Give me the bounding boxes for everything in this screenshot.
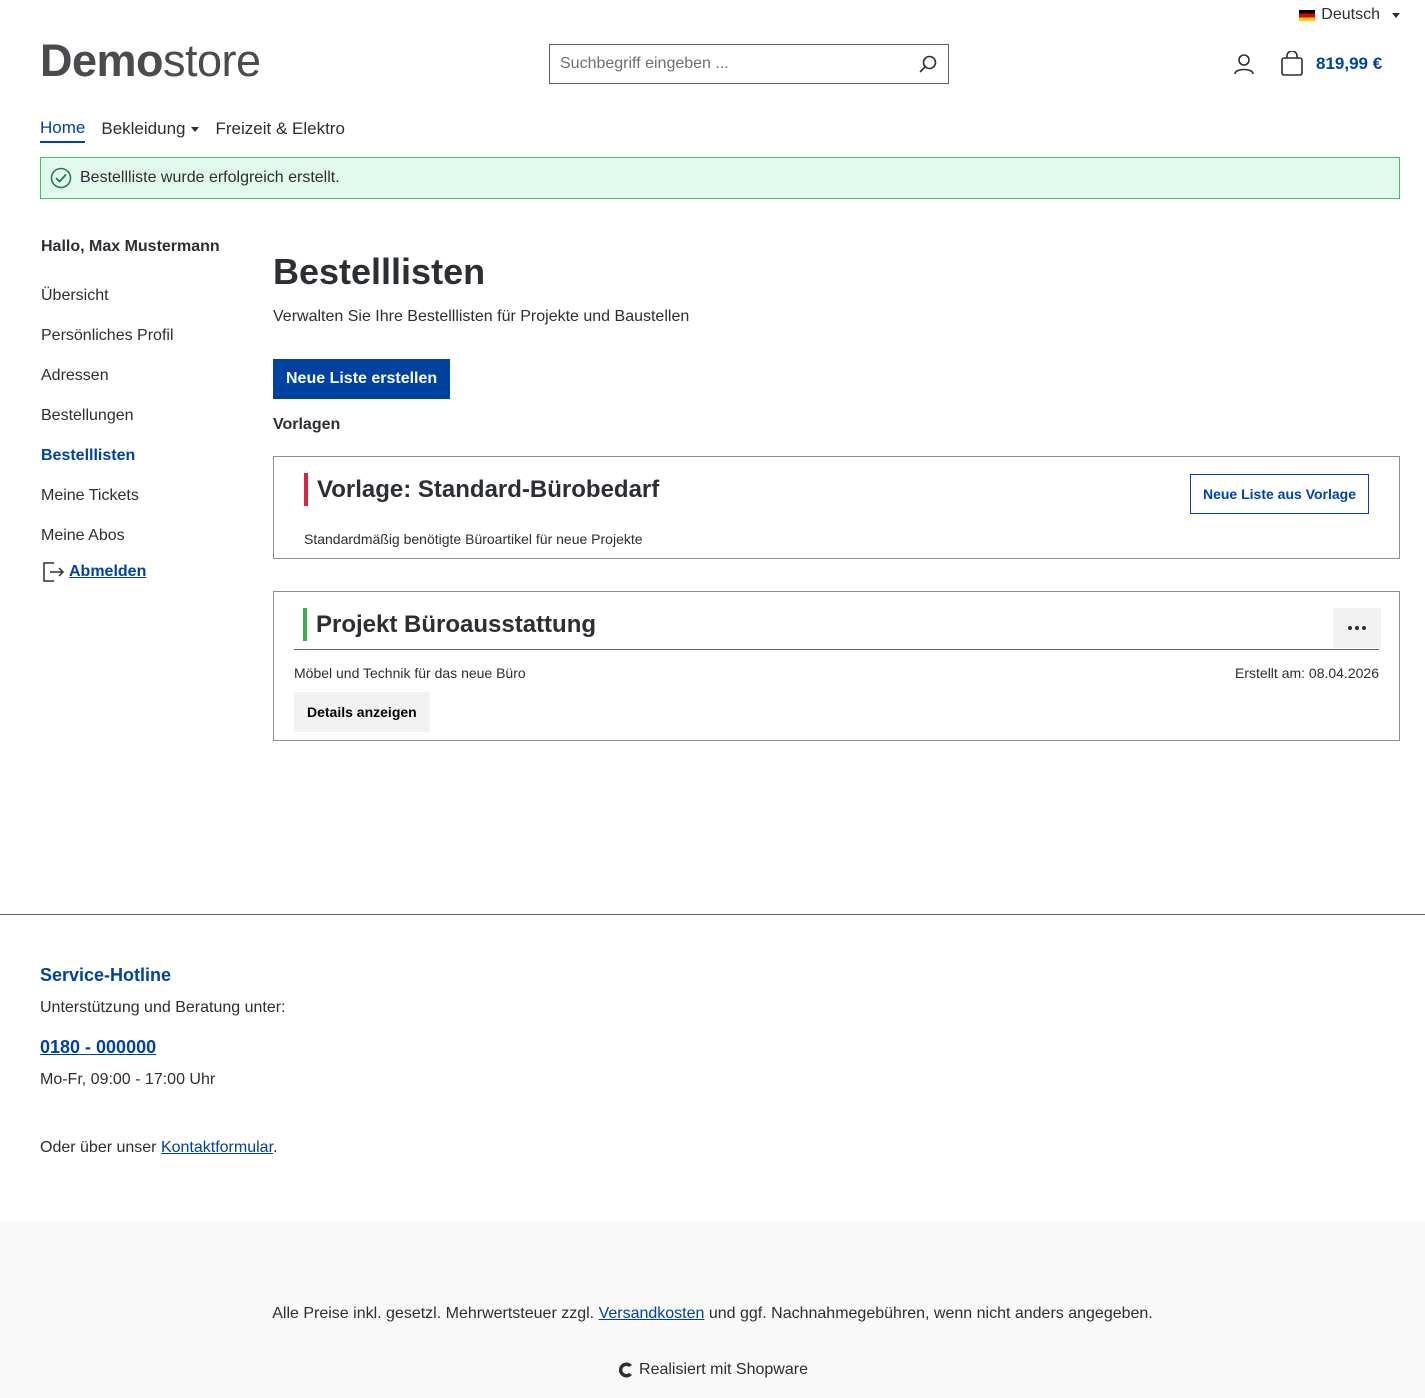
- nav-item-freizeit-elektro[interactable]: Freizeit & Elektro: [215, 118, 344, 143]
- cart-button[interactable]: 819,99 €: [1280, 51, 1382, 77]
- template-card: Vorlage: Standard-Bürobedarf Neue Liste …: [273, 456, 1400, 559]
- page-title: Bestelllisten: [273, 251, 486, 292]
- footer-service: Service-Hotline Unterstützung und Beratu…: [40, 965, 286, 1157]
- vat-suffix: und ggf. Nachnahmegebühren, wenn nicht a…: [704, 1305, 1153, 1322]
- account-sidebar: Hallo, Max Mustermann Übersicht Persönli…: [41, 238, 241, 584]
- page-lead: Verwalten Sie Ihre Bestelllisten für Pro…: [273, 308, 690, 325]
- nav-item-home[interactable]: Home: [40, 118, 86, 143]
- logout-row: Abmelden: [41, 560, 241, 584]
- sidebar-item-profil[interactable]: Persönliches Profil: [41, 316, 241, 356]
- footer-divider: [0, 914, 1425, 915]
- list-description: Möbel und Technik für das neue Büro: [294, 665, 526, 681]
- sidebar-item-uebersicht[interactable]: Übersicht: [41, 276, 241, 316]
- language-label: Deutsch: [1321, 6, 1380, 23]
- chevron-down-icon: [191, 126, 200, 132]
- german-flag-icon: [1299, 9, 1316, 21]
- list-accent-bar: [303, 608, 307, 641]
- template-accent-bar: [304, 473, 308, 506]
- cart-total: 819,99 €: [1316, 54, 1383, 73]
- chevron-down-icon: [1392, 12, 1400, 18]
- footer-bottom: Alle Preise inkl. gesetzl. Mehrwertsteue…: [0, 1222, 1425, 1398]
- search-bar: [549, 44, 949, 84]
- language-selector[interactable]: Deutsch: [1299, 6, 1400, 24]
- dot-icon: [1348, 626, 1352, 630]
- sidebar-item-abos[interactable]: Meine Abos: [41, 516, 241, 556]
- new-list-button[interactable]: Neue Liste erstellen: [273, 359, 451, 399]
- service-hours: Mo-Fr, 09:00 - 17:00 Uhr: [40, 1071, 216, 1088]
- alert-message: Bestellliste wurde erfolgreich erstellt.: [80, 169, 340, 186]
- greeting: Hallo, Max Mustermann: [41, 238, 220, 255]
- contact-text: Oder über unser Kontaktformular.: [40, 1139, 286, 1157]
- nav-item-bekleidung[interactable]: Bekleidung: [101, 118, 200, 143]
- templates-heading: Vorlagen: [273, 416, 341, 433]
- order-list-card: Projekt Büroausstattung Möbel und Techni…: [273, 591, 1400, 741]
- contact-prefix: Oder über unser: [40, 1139, 161, 1156]
- logo-bold: Demo: [40, 35, 164, 86]
- search-icon[interactable]: [918, 54, 938, 74]
- vat-prefix: Alle Preise inkl. gesetzl. Mehrwertsteue…: [272, 1305, 599, 1322]
- nav-label: Freizeit & Elektro: [215, 119, 345, 138]
- template-title-text: Vorlage: Standard-Bürobedarf: [317, 475, 660, 503]
- logo-light: store: [163, 35, 261, 86]
- contact-suffix: .: [273, 1139, 278, 1156]
- support-text: Unterstützung und Beratung unter:: [40, 999, 286, 1016]
- dot-icon: [1355, 626, 1359, 630]
- sidebar-item-adressen[interactable]: Adressen: [41, 356, 241, 396]
- store-logo[interactable]: Demostore: [40, 38, 261, 83]
- logout-icon: [43, 562, 65, 582]
- details-button[interactable]: Details anzeigen: [294, 692, 430, 732]
- list-title-text: Projekt Büroausstattung: [316, 610, 597, 638]
- powered-by-text: Realisiert mit Shopware: [639, 1361, 808, 1378]
- sidebar-item-bestellungen[interactable]: Bestellungen: [41, 396, 241, 436]
- nav-label: Home: [40, 118, 86, 137]
- shopping-bag-icon: [1281, 51, 1303, 76]
- powered-by[interactable]: Realisiert mit Shopware: [0, 1361, 1425, 1379]
- shipping-costs-link[interactable]: Versandkosten: [599, 1305, 705, 1322]
- sidebar-item-tickets[interactable]: Meine Tickets: [41, 476, 241, 516]
- shopware-logo-icon: [618, 1362, 633, 1378]
- new-list-from-template-button[interactable]: Neue Liste aus Vorlage: [1189, 474, 1369, 514]
- logout-link[interactable]: Abmelden: [69, 563, 146, 581]
- card-divider: [294, 649, 1379, 650]
- check-circle-icon: [50, 167, 72, 189]
- vat-notice: Alle Preise inkl. gesetzl. Mehrwertsteue…: [0, 1305, 1425, 1323]
- hotline-title: Service-Hotline: [40, 965, 172, 985]
- list-created-date: Erstellt am: 08.04.2026: [1235, 665, 1379, 681]
- main-content: Bestelllisten Verwalten Sie Ihre Bestell…: [273, 250, 1400, 741]
- more-options-button[interactable]: [1333, 608, 1381, 648]
- contact-form-link[interactable]: Kontaktformular: [161, 1139, 273, 1156]
- success-alert: Bestellliste wurde erfolgreich erstellt.: [40, 157, 1400, 199]
- dot-icon: [1362, 626, 1366, 630]
- search-input[interactable]: [560, 55, 918, 73]
- phone-link[interactable]: 0180 - 000000: [40, 1037, 156, 1058]
- main-navigation: Home Bekleidung Freizeit & Elektro: [40, 118, 345, 143]
- account-icon[interactable]: [1233, 53, 1255, 75]
- list-card-title: Projekt Büroausstattung: [303, 608, 596, 641]
- nav-label: Bekleidung: [101, 119, 186, 138]
- template-card-title: Vorlage: Standard-Bürobedarf: [304, 473, 659, 506]
- sidebar-item-bestelllisten[interactable]: Bestelllisten: [41, 436, 241, 476]
- template-description: Standardmäßig benötigte Büroartikel für …: [304, 531, 643, 547]
